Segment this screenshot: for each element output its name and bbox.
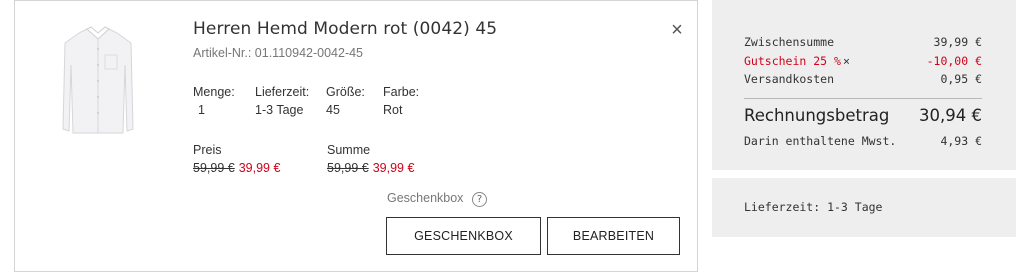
order-summary-panel: Zwischensumme 39,99 € Gutschein 25 % × -1… [712, 0, 1016, 237]
remove-voucher-close-icon[interactable]: × [843, 54, 850, 68]
voucher-label: Gutschein 25 % [744, 54, 841, 68]
attribute-label: Größe: [326, 85, 365, 99]
price-label: Preis [193, 143, 222, 157]
attribute-label: Menge: [193, 85, 235, 99]
attribute-value: 1-3 Tage [255, 103, 304, 117]
attribute-value: 45 [326, 103, 340, 117]
line-total: Summe 59,99 €39,99 € [327, 143, 414, 175]
old-sum: 59,99 € [327, 161, 369, 175]
attribute-label: Lieferzeit: [255, 85, 310, 99]
product-title[interactable]: Herren Hemd Modern rot (0042) 45 [193, 19, 497, 39]
attribute-label: Farbe: [383, 85, 420, 99]
old-price: 59,99 € [193, 161, 235, 175]
cart-item-card: × Herren Hemd Modern rot (0042) 45 Artik… [14, 0, 698, 272]
unit-price: Preis 59,99 €39,99 € [193, 143, 280, 175]
attribute-value: Rot [383, 103, 403, 117]
shipping-value: 0,95 € [940, 72, 982, 86]
subtotal-value: 39,99 € [933, 35, 982, 49]
invoice-total-value: 30,94 € [919, 106, 982, 125]
shipping-label: Versandkosten [744, 72, 835, 86]
sale-price: 39,99 € [238, 161, 281, 175]
gift-box-label: Geschenkbox [387, 191, 464, 205]
voucher-value: -10,00 € [926, 54, 982, 68]
invoice-total-label: Rechnungsbetrag [744, 106, 890, 125]
gift-box-button[interactable]: GESCHENKBOX [386, 217, 541, 255]
question-help-icon[interactable]: ? [472, 192, 487, 207]
attribute-quantity: Menge: 1 [193, 85, 235, 117]
article-number: Artikel-Nr.: 01.110942-0042-45 [193, 46, 364, 60]
subtotal-label: Zwischensumme [744, 35, 835, 49]
sum-label: Summe [327, 143, 371, 157]
invoice-total-row: Rechnungsbetrag 30,94 € [744, 106, 982, 130]
vat-value: 4,93 € [940, 134, 982, 148]
shirt-product-image[interactable] [59, 25, 137, 137]
attribute-size: Größe: 45 [326, 85, 365, 117]
attribute-delivery: Lieferzeit: 1-3 Tage [255, 85, 309, 117]
vat-label: Darin enthaltene Mwst. [744, 134, 897, 148]
attribute-color: Farbe: Rot [383, 85, 419, 117]
edit-button[interactable]: BEARBEITEN [547, 217, 680, 255]
attribute-value: 1 [198, 103, 205, 117]
summary-separator [712, 170, 1016, 178]
summary-divider [744, 98, 982, 99]
delivery-time-text: Lieferzeit: 1-3 Tage [744, 200, 883, 214]
remove-item-close-icon[interactable]: × [667, 19, 687, 41]
sale-sum: 39,99 € [372, 161, 415, 175]
